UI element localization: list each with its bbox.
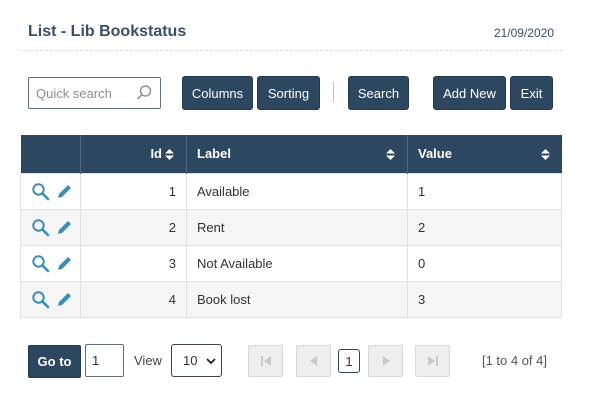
data-table: Id Label Value 1 Available 1 2 Rent 2 3 … [20, 135, 562, 318]
row-actions [20, 208, 81, 246]
header-id[interactable]: Id [80, 135, 187, 173]
table-row: 1 Available 1 [20, 172, 562, 210]
cell-label: Available [186, 172, 408, 210]
view-icon[interactable] [31, 290, 50, 309]
cell-label: Not Available [186, 244, 408, 282]
chevron-left-icon [309, 356, 317, 366]
quick-search-input[interactable] [29, 78, 129, 108]
chevron-right-icon [382, 356, 390, 366]
next-page-button[interactable] [368, 345, 403, 377]
page-size-value: 10 [183, 353, 198, 368]
chevron-down-icon [206, 358, 216, 365]
table-row: 2 Rent 2 [20, 208, 562, 246]
cell-value: 3 [407, 280, 562, 318]
cell-value: 2 [407, 208, 562, 246]
table-row: 3 Not Available 0 [20, 244, 562, 282]
view-icon[interactable] [31, 254, 50, 273]
header-value-text: Value [418, 146, 452, 162]
sorting-button[interactable]: Sorting [257, 76, 320, 110]
last-page-icon [427, 356, 438, 366]
search-button[interactable]: Search [348, 76, 409, 110]
table-header-row: Id Label Value [20, 135, 562, 173]
cell-value: 0 [407, 244, 562, 282]
row-actions [20, 280, 81, 318]
header-id-label: Id [150, 146, 162, 162]
row-actions [20, 244, 81, 282]
current-page-indicator[interactable]: 1 [338, 349, 360, 373]
quick-search-box[interactable] [28, 77, 161, 109]
header-label[interactable]: Label [186, 135, 408, 173]
edit-icon[interactable] [55, 290, 74, 309]
view-icon[interactable] [31, 218, 50, 237]
sort-icon[interactable] [386, 149, 395, 160]
cell-id: 4 [80, 280, 187, 318]
prev-page-button[interactable] [296, 345, 331, 377]
page-number-input[interactable] [85, 344, 124, 377]
table-row: 4 Book lost 3 [20, 280, 562, 318]
cell-id: 3 [80, 244, 187, 282]
edit-icon[interactable] [55, 218, 74, 237]
record-range: [1 to 4 of 4] [481, 353, 547, 368]
row-actions [20, 172, 81, 210]
cell-label: Rent [186, 208, 408, 246]
cell-label: Book lost [186, 280, 408, 318]
edit-icon[interactable] [55, 254, 74, 273]
columns-button[interactable]: Columns [182, 76, 253, 110]
page-size-select[interactable]: 10 [171, 344, 222, 377]
add-new-button[interactable]: Add New [433, 76, 506, 110]
header-actions [20, 135, 81, 173]
first-page-button[interactable] [248, 345, 283, 377]
cell-id: 2 [80, 208, 187, 246]
page-date: 21/09/2020 [493, 26, 554, 40]
toolbar-separator [333, 82, 334, 102]
goto-button[interactable]: Go to [28, 345, 81, 378]
edit-icon[interactable] [55, 182, 74, 201]
cell-value: 1 [407, 172, 562, 210]
view-icon[interactable] [31, 182, 50, 201]
view-label: View [134, 353, 162, 368]
cell-id: 1 [80, 172, 187, 210]
header-value[interactable]: Value [407, 135, 562, 173]
header-divider [20, 50, 563, 51]
exit-button[interactable]: Exit [510, 76, 553, 110]
first-page-icon [260, 356, 271, 366]
last-page-button[interactable] [415, 345, 450, 377]
search-icon[interactable] [135, 84, 153, 102]
header-label-text: Label [197, 146, 231, 162]
sort-icon[interactable] [165, 149, 174, 161]
sort-icon[interactable] [540, 149, 550, 160]
page-title: List - Lib Bookstatus [28, 23, 187, 40]
